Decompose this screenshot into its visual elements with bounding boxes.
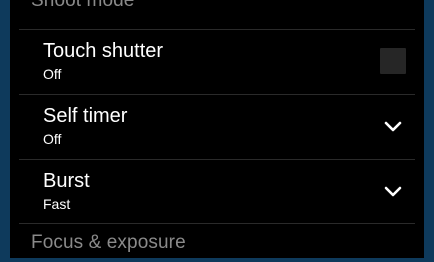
setting-row-self-timer[interactable]: Self timer Off [10,95,424,159]
setting-row-touch-shutter[interactable]: Touch shutter Off [10,30,424,94]
frame-border [0,258,434,262]
chevron-down-icon[interactable] [384,186,402,198]
setting-title-touch-shutter: Touch shutter [43,40,164,62]
setting-title-burst: Burst [43,170,90,192]
setting-value-self-timer: Off [43,131,62,147]
settings-screen: Shoot mode Touch shutter Off Self timer … [10,0,424,258]
section-header-shoot-mode: Shoot mode [31,0,135,11]
setting-value-touch-shutter: Off [43,66,62,82]
setting-value-burst: Fast [43,196,71,212]
touch-shutter-checkbox[interactable] [380,48,406,74]
divider [19,223,415,224]
chevron-down-icon[interactable] [384,121,402,133]
setting-title-self-timer: Self timer [43,105,128,127]
section-header-focus-exposure: Focus & exposure [31,232,186,253]
setting-row-burst[interactable]: Burst Fast [10,160,424,224]
